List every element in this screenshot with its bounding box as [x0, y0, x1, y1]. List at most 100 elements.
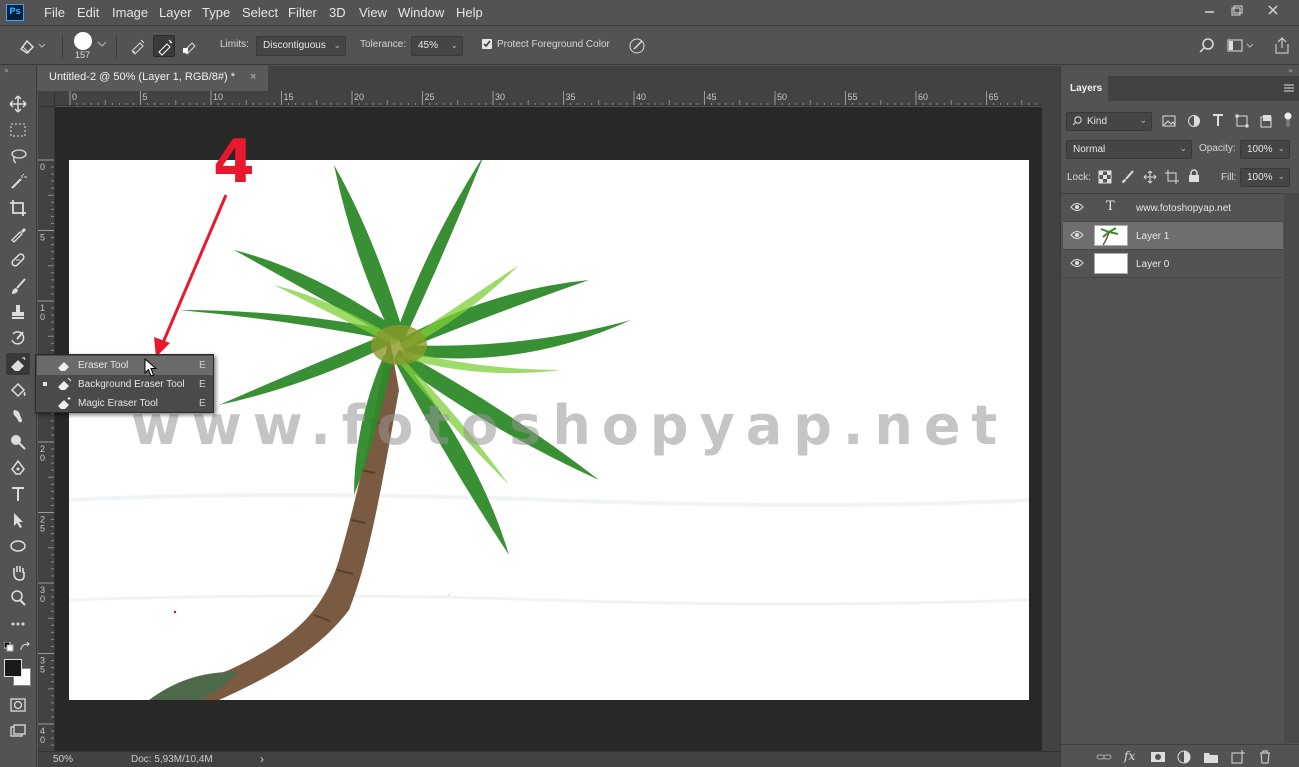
flyout-item-magic-eraser[interactable]: Magic Eraser Tool E [37, 394, 213, 413]
filter-type-icon[interactable] [1211, 113, 1225, 127]
ruler-label: 0 [40, 453, 45, 463]
new-layer-icon[interactable] [1230, 749, 1246, 765]
document-tab[interactable]: Untitled-2 @ 50% (Layer 1, RGB/8#) * × [38, 66, 268, 91]
brush-tool-icon[interactable] [6, 275, 30, 297]
layers-panel-footer: fx [1061, 744, 1299, 767]
lock-artboard-icon[interactable] [1165, 170, 1179, 184]
fill-field[interactable]: 100% ⌄ [1240, 168, 1290, 187]
sampling-background-swatch-icon[interactable] [179, 35, 201, 57]
menu-select[interactable]: Select [242, 5, 278, 20]
filter-toggle-icon[interactable] [1283, 111, 1293, 129]
path-selection-tool-icon[interactable] [6, 509, 30, 531]
menu-file[interactable]: File [44, 5, 65, 20]
ruler-label: 5 [40, 524, 45, 534]
hand-tool-icon[interactable] [6, 561, 30, 583]
restore-button[interactable] [1226, 2, 1248, 20]
smudge-tool-icon[interactable] [6, 405, 30, 427]
lock-image-icon[interactable] [1121, 170, 1135, 184]
lock-transparent-icon[interactable] [1098, 170, 1112, 184]
ruler-origin[interactable] [38, 91, 55, 107]
vertical-scrollbar[interactable] [1042, 91, 1060, 751]
default-colors-icon[interactable] [4, 642, 14, 652]
menu-image[interactable]: Image [112, 5, 148, 20]
panel-collapse-icon[interactable]: » [1288, 66, 1293, 75]
menu-help[interactable]: Help [456, 5, 483, 20]
magic-wand-tool-icon[interactable] [6, 171, 30, 193]
blend-mode-dropdown[interactable]: Normal ⌄ [1066, 140, 1192, 159]
lock-position-icon[interactable] [1143, 170, 1157, 184]
menu-type[interactable]: Type [202, 5, 230, 20]
healing-brush-tool-icon[interactable] [6, 249, 30, 271]
menu-window[interactable]: Window [398, 5, 444, 20]
new-group-folder-icon[interactable] [1203, 749, 1219, 765]
ruler-label: 5 [40, 233, 45, 243]
limits-dropdown[interactable]: Discontiguous ⌄ [256, 36, 346, 56]
history-brush-tool-icon[interactable] [6, 327, 30, 349]
type-tool-icon[interactable] [6, 483, 30, 505]
menu-layer[interactable]: Layer [159, 5, 192, 20]
layer-row-text[interactable]: T www.fotoshopyap.net [1063, 194, 1283, 222]
filter-adjustment-icon[interactable] [1187, 114, 1201, 128]
layer-row-layer-0[interactable]: Layer 0 [1063, 250, 1283, 278]
ellipse-tool-icon[interactable] [6, 535, 30, 557]
layer-style-fx-icon[interactable]: fx [1124, 749, 1140, 765]
panel-menu-icon[interactable] [1283, 82, 1295, 94]
quick-mask-icon[interactable] [6, 694, 30, 716]
filter-pixel-icon[interactable] [1162, 114, 1176, 128]
horizontal-ruler: 0 5 10 15 20 25 30 35 40 45 50 55 60 65 [38, 91, 1042, 106]
dodge-tool-icon[interactable] [6, 431, 30, 453]
pressure-size-icon[interactable] [627, 35, 649, 57]
brush-picker-chevron-icon[interactable] [97, 40, 107, 48]
close-window-button[interactable] [1262, 2, 1284, 20]
layer-filter-dropdown[interactable]: Kind ⌄ [1066, 112, 1152, 131]
paint-bucket-tool-icon[interactable] [6, 379, 30, 401]
zoom-tool-icon[interactable] [6, 587, 30, 609]
close-tab-icon[interactable]: × [250, 71, 256, 83]
status-menu-arrow-icon[interactable]: › [260, 752, 264, 766]
marquee-tool-icon[interactable] [6, 119, 30, 141]
move-tool-icon[interactable] [6, 93, 30, 115]
lasso-tool-icon[interactable] [6, 145, 30, 167]
delete-layer-trash-icon[interactable] [1257, 749, 1273, 765]
layer-row-layer-1[interactable]: Layer 1 [1063, 222, 1283, 250]
crop-tool-icon[interactable] [6, 197, 30, 219]
menu-edit[interactable]: Edit [77, 5, 99, 20]
sampling-once-icon[interactable] [153, 35, 175, 57]
filter-shape-icon[interactable] [1235, 114, 1249, 128]
opacity-field[interactable]: 100% ⌄ [1240, 140, 1290, 159]
swap-colors-icon[interactable] [19, 642, 31, 652]
screen-mode-icon[interactable] [6, 720, 30, 742]
visibility-eye-icon[interactable] [1070, 258, 1084, 268]
search-icon[interactable] [1196, 35, 1218, 57]
minimize-button[interactable] [1199, 2, 1221, 20]
eraser-tool-icon[interactable] [6, 353, 30, 375]
add-mask-icon[interactable] [1150, 749, 1166, 765]
menu-3d[interactable]: 3D [329, 5, 346, 20]
link-layers-icon[interactable] [1096, 749, 1112, 765]
share-icon[interactable] [1271, 35, 1293, 57]
tolerance-field[interactable]: 45% ⌄ [411, 36, 463, 56]
foreground-color-swatch[interactable] [4, 659, 22, 677]
brush-preview-icon[interactable] [74, 32, 92, 50]
workspace-icon[interactable] [1226, 35, 1254, 57]
visibility-eye-icon[interactable] [1070, 202, 1084, 212]
flyout-item-eraser[interactable]: Eraser Tool E [37, 356, 213, 375]
layers-tab[interactable]: Layers [1061, 76, 1108, 101]
visibility-eye-icon[interactable] [1070, 230, 1084, 240]
lock-all-icon[interactable] [1187, 169, 1201, 183]
more-tools-icon[interactable] [6, 613, 30, 635]
zoom-level[interactable]: 50% [53, 754, 73, 765]
layers-scrollbar[interactable] [1284, 193, 1299, 743]
toolbar-collapse-icon[interactable]: » [4, 66, 9, 75]
menu-filter[interactable]: Filter [288, 5, 317, 20]
clone-stamp-tool-icon[interactable] [6, 301, 30, 323]
protect-foreground-checkbox[interactable] [482, 39, 492, 49]
menu-view[interactable]: View [359, 5, 387, 20]
new-adjustment-layer-icon[interactable] [1176, 749, 1192, 765]
eyedropper-tool-icon[interactable] [6, 223, 30, 245]
tool-preset-picker-icon[interactable] [17, 35, 46, 57]
filter-smart-object-icon[interactable] [1259, 114, 1273, 128]
flyout-item-background-eraser[interactable]: Background Eraser Tool E [37, 375, 213, 394]
sampling-continuous-icon[interactable] [127, 35, 149, 57]
pen-tool-icon[interactable] [6, 457, 30, 479]
